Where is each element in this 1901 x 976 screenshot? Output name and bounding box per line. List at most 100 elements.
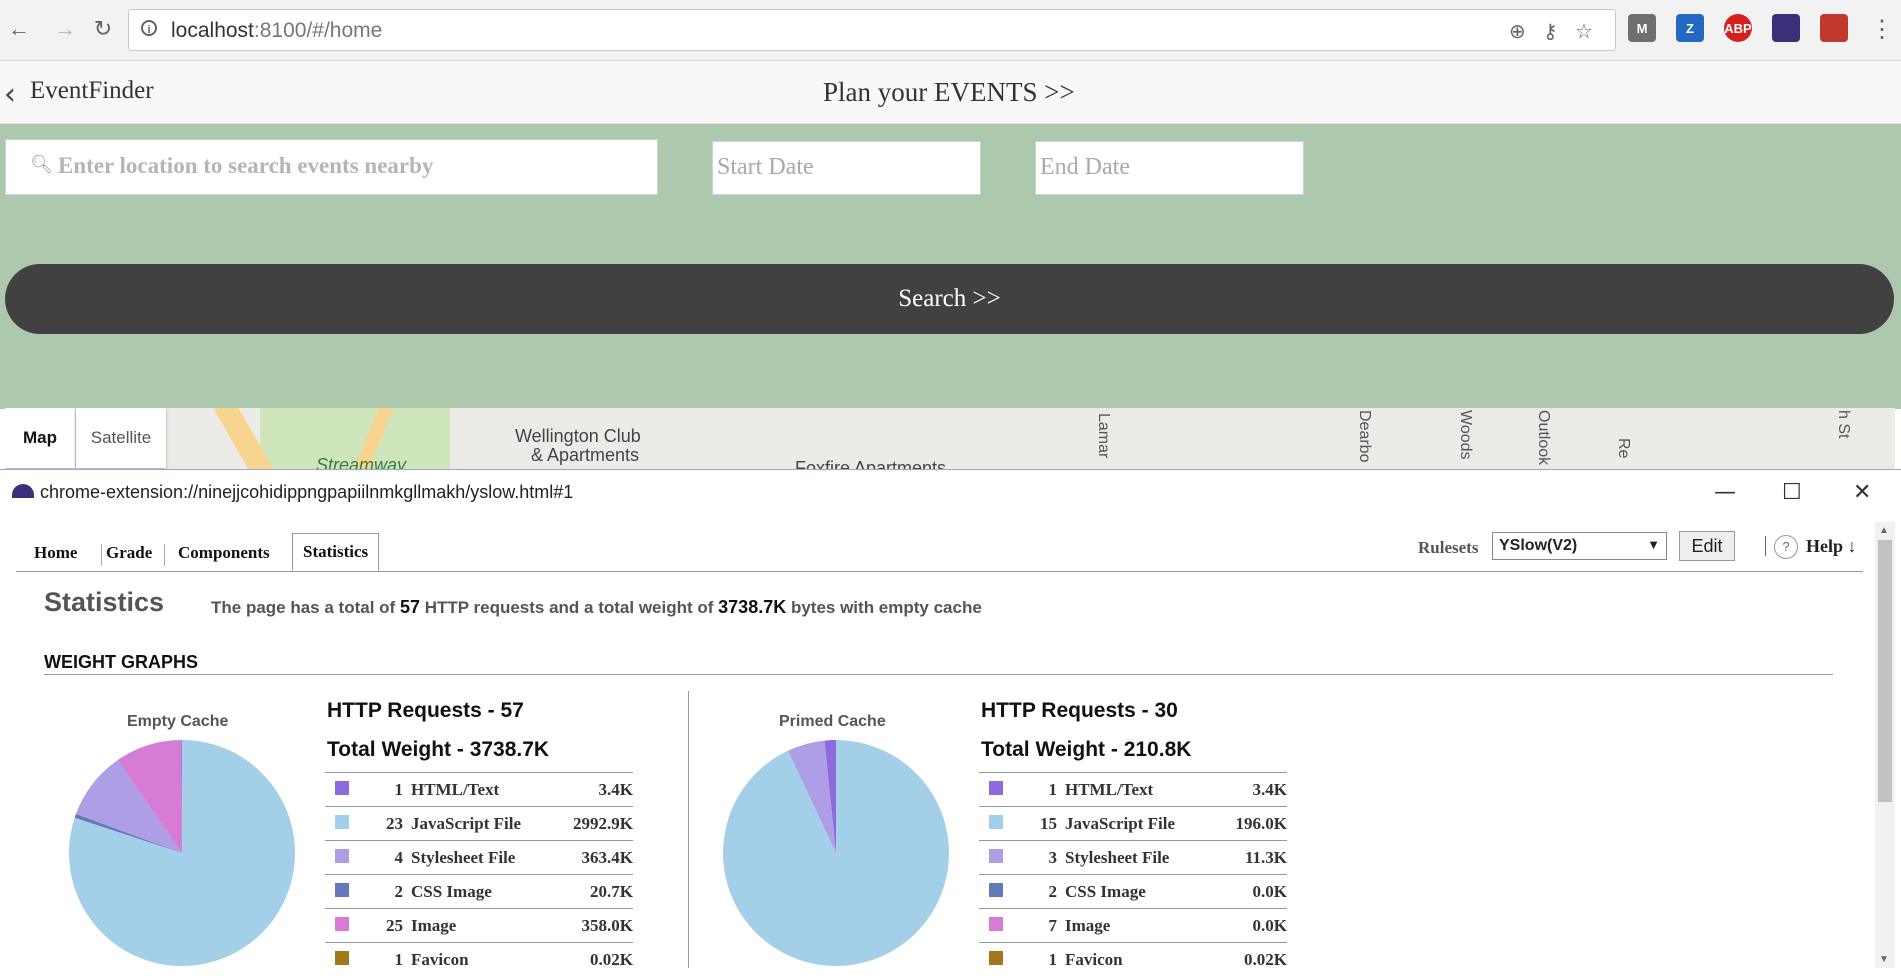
component-size: 363.4K bbox=[555, 841, 633, 875]
legend-swatch bbox=[335, 917, 349, 931]
start-date-placeholder: Start Date bbox=[717, 154, 814, 181]
reload-icon[interactable]: ↻ bbox=[88, 14, 118, 44]
weight-row: 25Image358.0K bbox=[325, 909, 633, 943]
legend-swatch bbox=[989, 883, 1003, 897]
chrome-menu-icon[interactable]: ⋮ bbox=[1867, 14, 1897, 44]
map-street-label: Woods bbox=[1456, 410, 1474, 460]
plan-events-link[interactable]: Plan your EVENTS >> bbox=[823, 77, 1075, 108]
edit-ruleset-button[interactable]: Edit bbox=[1679, 531, 1735, 561]
component-type: HTML/Text bbox=[411, 773, 555, 807]
empty-cache-pie-chart bbox=[67, 738, 297, 968]
minimize-icon[interactable]: — bbox=[1714, 480, 1736, 505]
component-type: CSS Image bbox=[411, 875, 555, 909]
rulesets-label: Rulesets bbox=[1418, 538, 1478, 558]
statistics-summary: The page has a total of 57 HTTP requests… bbox=[211, 597, 982, 618]
legend-swatch bbox=[335, 951, 349, 965]
component-type: Image bbox=[1065, 909, 1216, 943]
legend-swatch bbox=[335, 883, 349, 897]
site-info-icon[interactable]: i bbox=[141, 20, 157, 36]
zotero-extension-icon[interactable]: Z bbox=[1676, 14, 1704, 42]
weight-row: 3Stylesheet File11.3K bbox=[979, 841, 1287, 875]
bookmark-star-icon[interactable]: ☆ bbox=[1575, 19, 1593, 44]
satellite-type-button[interactable]: Satellite bbox=[76, 408, 166, 468]
map-park-label: Streamway bbox=[316, 455, 406, 470]
red-extension-icon[interactable] bbox=[1820, 14, 1848, 42]
location-placeholder: Enter location to search events nearby bbox=[58, 153, 433, 179]
legend-swatch bbox=[335, 815, 349, 829]
component-size: 0.02K bbox=[555, 943, 633, 976]
scroll-up-arrow-icon[interactable]: ▲ bbox=[1879, 525, 1889, 536]
component-size: 11.3K bbox=[1216, 841, 1287, 875]
map-view[interactable]: Map Satellite Wellington Club & Apartmen… bbox=[5, 408, 1895, 470]
component-count: 1 bbox=[365, 943, 411, 976]
address-bar[interactable]: i localhost:8100/#/home ⊕ ⚷ ☆ bbox=[128, 9, 1616, 51]
back-chevron-icon[interactable]: ‹ bbox=[4, 77, 16, 112]
weight-row: 1HTML/Text3.4K bbox=[979, 773, 1287, 807]
map-street-label: Dearbo bbox=[1355, 410, 1373, 462]
close-icon[interactable]: ✕ bbox=[1853, 480, 1871, 505]
component-size: 0.02K bbox=[1216, 943, 1287, 976]
maximize-icon[interactable]: ☐ bbox=[1782, 480, 1802, 505]
component-count: 2 bbox=[1019, 875, 1065, 909]
component-count: 3 bbox=[1019, 841, 1065, 875]
popup-window-title: chrome-extension://ninejjcohidippngpapii… bbox=[40, 482, 573, 503]
help-question-icon[interactable]: ? bbox=[1774, 535, 1798, 559]
tab-statistics[interactable]: Statistics bbox=[292, 533, 379, 571]
component-size: 20.7K bbox=[555, 875, 633, 909]
legend-swatch bbox=[989, 917, 1003, 931]
yslow-extension-icon[interactable] bbox=[1772, 14, 1800, 42]
legend-swatch bbox=[989, 815, 1003, 829]
end-date-input[interactable]: End Date bbox=[1035, 141, 1304, 195]
ruleset-value: YSlow(V2) bbox=[1499, 537, 1577, 555]
app-header: ‹ EventFinder Plan your EVENTS >> bbox=[0, 61, 1901, 124]
tab-grade[interactable]: Grade bbox=[106, 536, 152, 570]
yslow-logo-icon bbox=[12, 484, 34, 498]
map-type-button[interactable]: Map bbox=[5, 408, 75, 468]
weight-row: 4Stylesheet File363.4K bbox=[325, 841, 633, 875]
divider bbox=[1765, 536, 1766, 556]
location-icon[interactable]: ⊕ bbox=[1509, 19, 1526, 44]
component-size: 196.0K bbox=[1216, 807, 1287, 841]
empty-cache-title: Empty Cache bbox=[127, 713, 228, 731]
help-menu[interactable]: Help ↓ bbox=[1806, 536, 1857, 557]
forward-arrow-icon[interactable]: → bbox=[50, 14, 80, 44]
browser-toolbar: ← → ↻ i localhost:8100/#/home ⊕ ⚷ ☆ ⋮ MZ… bbox=[0, 0, 1901, 61]
map-street-label: Lamar bbox=[1094, 413, 1112, 458]
primed-cache-weight-table: 1HTML/Text3.4K15JavaScript File196.0K3St… bbox=[979, 772, 1287, 976]
search-button[interactable]: Search >> bbox=[5, 264, 1894, 334]
component-count: 1 bbox=[365, 773, 411, 807]
tab-separator bbox=[164, 544, 165, 566]
component-size: 2992.9K bbox=[555, 807, 633, 841]
back-arrow-icon[interactable]: ← bbox=[4, 14, 34, 44]
location-search-input[interactable]: 🔍︎ Enter location to search events nearb… bbox=[5, 139, 658, 195]
graph-divider bbox=[688, 691, 689, 968]
divider bbox=[44, 674, 1833, 675]
legend-swatch bbox=[989, 781, 1003, 795]
component-type: Stylesheet File bbox=[1065, 841, 1216, 875]
m-extension-icon[interactable]: M bbox=[1628, 14, 1656, 42]
popup-titlebar: chrome-extension://ninejjcohidippngpapii… bbox=[0, 470, 1901, 514]
key-icon[interactable]: ⚷ bbox=[1543, 19, 1558, 44]
map-street-label: Re bbox=[1614, 438, 1632, 458]
statistics-heading: Statistics bbox=[44, 587, 164, 618]
search-icon: 🔍︎ bbox=[30, 154, 53, 175]
popup-scrollbar[interactable]: ▲ ▼ bbox=[1875, 522, 1895, 968]
empty-cache-requests: HTTP Requests - 57 bbox=[327, 699, 524, 723]
component-type: Image bbox=[411, 909, 555, 943]
weight-row: 1Favicon0.02K bbox=[325, 943, 633, 976]
app-title[interactable]: EventFinder bbox=[30, 77, 154, 105]
scroll-down-arrow-icon[interactable]: ▼ bbox=[1879, 954, 1889, 965]
adblock-extension-icon[interactable]: ABP bbox=[1724, 14, 1752, 42]
address-url: localhost:8100/#/home bbox=[171, 19, 382, 43]
tab-components[interactable]: Components bbox=[178, 536, 270, 570]
component-size: 3.4K bbox=[555, 773, 633, 807]
map-place-label: Wellington Club bbox=[515, 426, 641, 447]
ruleset-select[interactable]: YSlow(V2) ▼ bbox=[1492, 532, 1667, 560]
scrollbar-thumb[interactable] bbox=[1878, 540, 1892, 802]
start-date-input[interactable]: Start Date bbox=[712, 141, 981, 195]
component-count: 25 bbox=[365, 909, 411, 943]
component-type: Favicon bbox=[411, 943, 555, 976]
component-count: 1 bbox=[1019, 943, 1065, 976]
tab-home[interactable]: Home bbox=[34, 536, 77, 570]
component-count: 1 bbox=[1019, 773, 1065, 807]
